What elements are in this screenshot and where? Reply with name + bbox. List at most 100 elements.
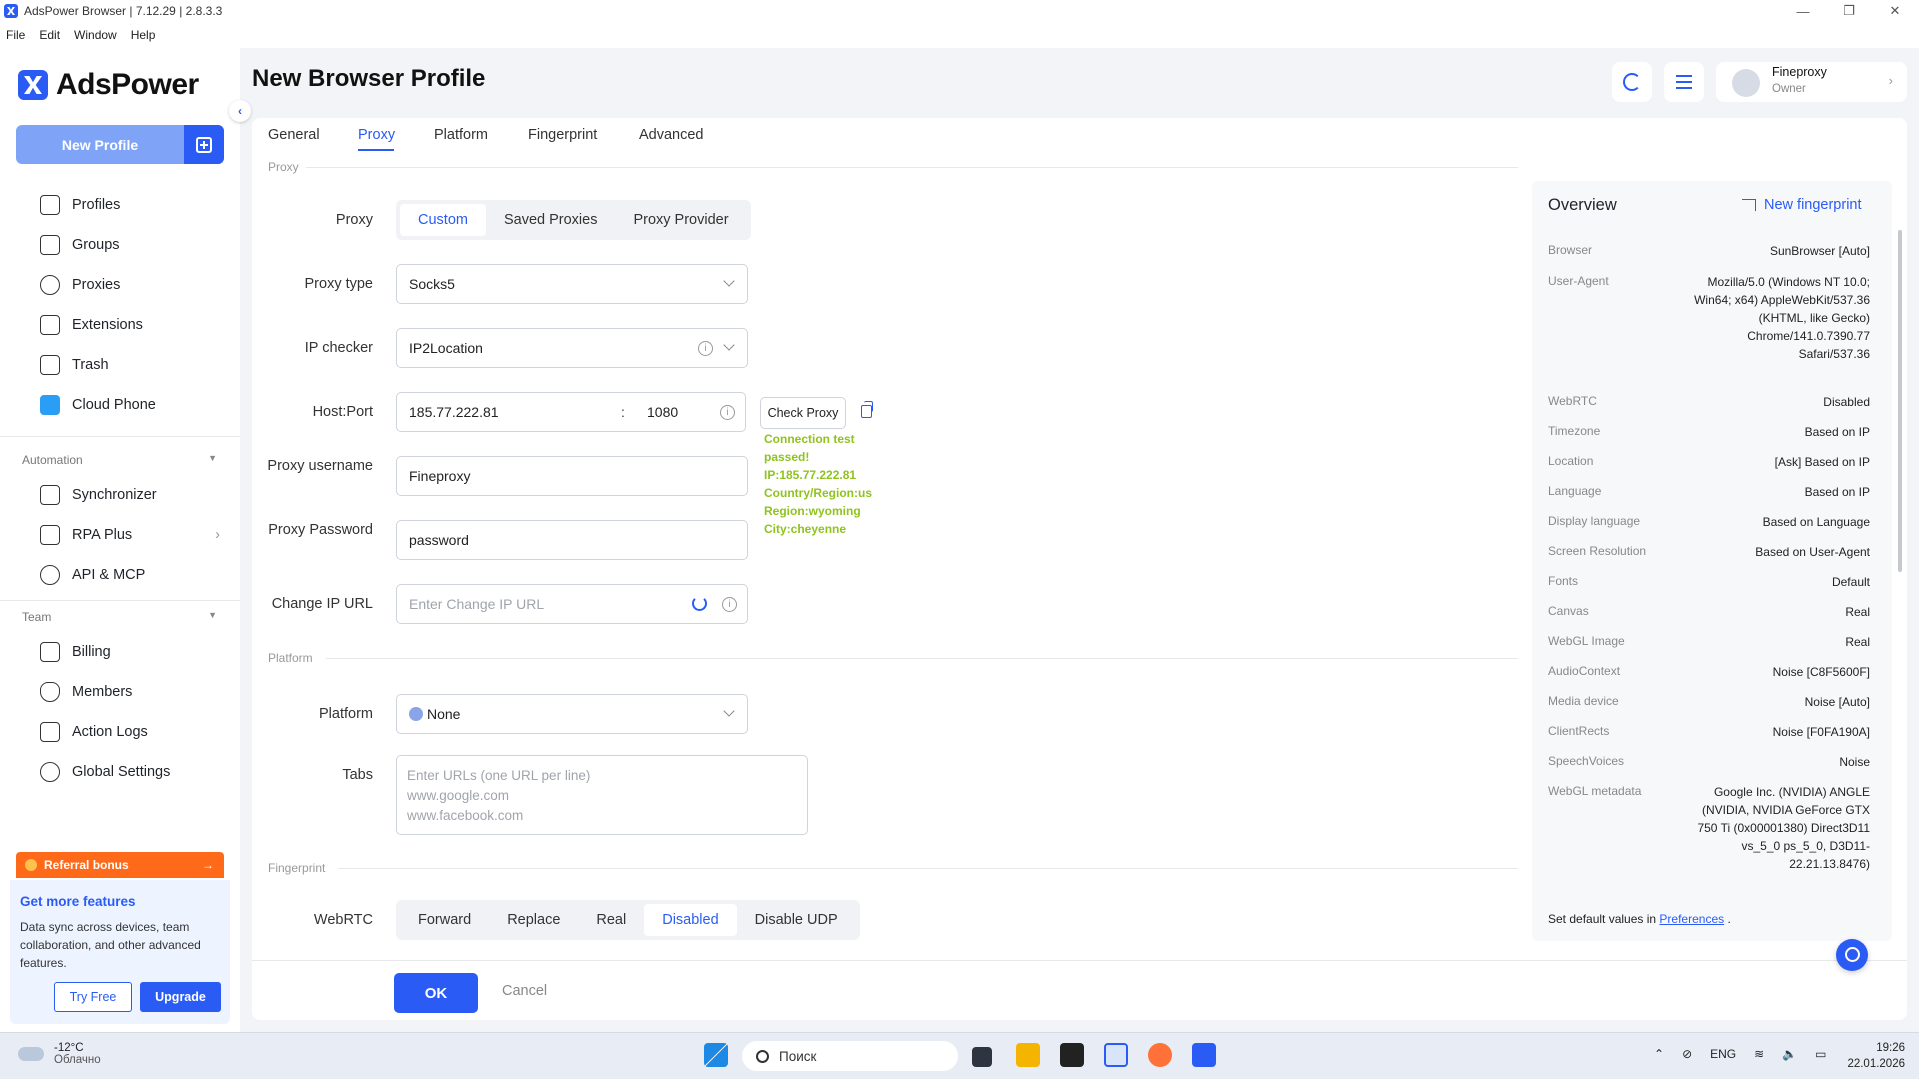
new-profile-add-icon[interactable] xyxy=(184,125,224,164)
proxy-username-label: Proxy username xyxy=(267,458,373,474)
webrtc-disabled[interactable]: Disabled xyxy=(644,904,737,936)
wifi-icon[interactable]: ≋ xyxy=(1754,1047,1764,1061)
host-input[interactable]: 185.77.222.81 xyxy=(409,404,621,420)
upgrade-button[interactable]: Upgrade xyxy=(140,982,221,1012)
team-section[interactable]: Team ▼ xyxy=(22,610,217,624)
proxy-mode-custom[interactable]: Custom xyxy=(400,204,486,236)
list-icon xyxy=(1676,75,1692,89)
info-icon[interactable]: i xyxy=(720,405,735,420)
new-profile-button[interactable]: New Profile xyxy=(16,125,224,164)
weather-widget[interactable]: -12°C Облачно xyxy=(18,1042,101,1066)
tab-platform[interactable]: Platform xyxy=(434,127,488,143)
sidebar-item-groups[interactable]: Groups xyxy=(40,231,120,259)
menu-window[interactable]: Window xyxy=(74,28,117,42)
webrtc-real[interactable]: Real xyxy=(578,904,644,936)
new-fingerprint-button[interactable]: New fingerprint xyxy=(1742,197,1862,213)
menu-help[interactable]: Help xyxy=(131,28,156,42)
firefox-icon[interactable] xyxy=(1148,1043,1172,1067)
volume-icon[interactable]: 🔈 xyxy=(1782,1047,1797,1061)
proxy-type-select[interactable]: Socks5 xyxy=(396,264,748,304)
rpa-icon xyxy=(40,525,60,545)
sidebar-item-members[interactable]: Members xyxy=(40,678,132,706)
referral-bonus-banner[interactable]: Referral bonus → xyxy=(16,852,224,878)
host-port-field[interactable]: 185.77.222.81 : 1080 i xyxy=(396,392,746,432)
check-proxy-button[interactable]: Check Proxy xyxy=(760,397,846,429)
webrtc-disable-udp[interactable]: Disable UDP xyxy=(737,904,856,936)
support-headset-icon[interactable] xyxy=(1836,939,1868,971)
overview-value: Real xyxy=(1845,635,1870,649)
try-free-button[interactable]: Try Free xyxy=(54,982,132,1012)
sidebar-item-api-mcp[interactable]: API & MCP xyxy=(40,561,145,589)
network-off-icon[interactable]: ⊘ xyxy=(1682,1047,1692,1061)
platform-select[interactable]: None xyxy=(396,694,748,734)
sidebar-item-trash[interactable]: Trash xyxy=(40,351,109,379)
clipboard-icon xyxy=(40,722,60,742)
sidebar-item-billing[interactable]: Billing xyxy=(40,638,111,666)
overview-key: AudioContext xyxy=(1548,664,1621,678)
taskbar-clock[interactable]: 19:26 22.01.2026 xyxy=(1847,1040,1905,1072)
webrtc-replace[interactable]: Replace xyxy=(489,904,578,936)
battery-icon[interactable]: ▭ xyxy=(1815,1047,1826,1061)
task-view-icon[interactable] xyxy=(972,1047,992,1067)
snipping-tool-icon[interactable] xyxy=(1104,1043,1128,1067)
file-explorer-icon[interactable] xyxy=(1016,1043,1040,1067)
user-menu[interactable]: Fineproxy Owner › xyxy=(1716,62,1907,102)
cancel-button[interactable]: Cancel xyxy=(502,983,547,999)
ok-button[interactable]: OK xyxy=(394,973,478,1013)
sync-button[interactable] xyxy=(1612,62,1652,102)
sidebar-item-synchronizer[interactable]: Synchronizer xyxy=(40,481,157,509)
sidebar-item-profiles[interactable]: Profiles xyxy=(40,191,120,219)
proxy-password-input[interactable]: password xyxy=(396,520,748,560)
menu-file[interactable]: File xyxy=(6,28,25,42)
sidebar-item-rpa-plus[interactable]: RPA Plus › xyxy=(40,521,220,549)
info-icon[interactable]: i xyxy=(698,341,713,356)
section-divider xyxy=(338,868,1518,869)
proxy-username-input[interactable]: Fineproxy xyxy=(396,456,748,496)
user-role: Owner xyxy=(1772,83,1806,95)
api-plug-icon xyxy=(40,565,60,585)
copy-icon[interactable] xyxy=(861,401,873,418)
sidebar-item-extensions[interactable]: Extensions xyxy=(40,311,143,339)
window-title: AdsPower Browser | 7.12.29 | 2.8.3.3 xyxy=(24,4,223,18)
collapse-sidebar-chevron-icon[interactable]: ‹ xyxy=(229,100,251,122)
menu-edit[interactable]: Edit xyxy=(39,28,60,42)
ip-checker-select[interactable]: IP2Location i xyxy=(396,328,748,368)
refresh-icon[interactable] xyxy=(692,596,707,611)
sidebar-item-global-settings[interactable]: Global Settings xyxy=(40,758,170,786)
adspower-taskbar-icon[interactable] xyxy=(1192,1043,1216,1067)
change-ip-input[interactable]: Enter Change IP URL i xyxy=(396,584,748,624)
terminal-icon[interactable] xyxy=(1060,1043,1084,1067)
new-profile-label[interactable]: New Profile xyxy=(16,125,184,164)
app-icon xyxy=(4,4,18,18)
tab-general[interactable]: General xyxy=(268,127,320,143)
webrtc-forward[interactable]: Forward xyxy=(400,904,489,936)
shield-icon xyxy=(40,682,60,702)
overview-scrollbar[interactable] xyxy=(1898,230,1902,572)
sidebar-item-action-logs[interactable]: Action Logs xyxy=(40,718,148,746)
tabs-urls-textarea[interactable]: Enter URLs (one URL per line) www.google… xyxy=(396,755,808,835)
chevron-down-icon: ▼ xyxy=(208,453,217,463)
list-button[interactable] xyxy=(1664,62,1704,102)
tab-proxy[interactable]: Proxy xyxy=(358,127,395,143)
tab-advanced[interactable]: Advanced xyxy=(639,127,704,143)
tab-fingerprint[interactable]: Fingerprint xyxy=(528,127,597,143)
info-icon[interactable]: i xyxy=(722,597,737,612)
minimize-button[interactable]: — xyxy=(1780,0,1826,22)
refresh-icon xyxy=(1623,73,1641,91)
section-proxy: Proxy xyxy=(268,160,299,174)
proxy-mode-provider[interactable]: Proxy Provider xyxy=(615,204,746,236)
automation-section[interactable]: Automation ▼ xyxy=(22,453,217,467)
language-indicator[interactable]: ENG xyxy=(1710,1047,1736,1061)
close-button[interactable]: ✕ xyxy=(1872,0,1918,22)
windows-start-icon[interactable] xyxy=(704,1043,728,1067)
port-input[interactable]: 1080 xyxy=(647,404,678,420)
billing-icon xyxy=(40,642,60,662)
chevron-up-icon[interactable]: ⌃ xyxy=(1654,1047,1664,1061)
maximize-button[interactable]: ❐ xyxy=(1826,0,1872,22)
preferences-link[interactable]: Preferences xyxy=(1659,912,1724,926)
proxy-mode-saved[interactable]: Saved Proxies xyxy=(486,204,616,236)
sidebar-item-cloud-phone[interactable]: Cloud Phone xyxy=(40,391,156,419)
taskbar-search[interactable]: Поиск xyxy=(742,1041,958,1071)
sidebar-item-proxies[interactable]: Proxies xyxy=(40,271,120,299)
tabs-label: Tabs xyxy=(342,767,373,783)
